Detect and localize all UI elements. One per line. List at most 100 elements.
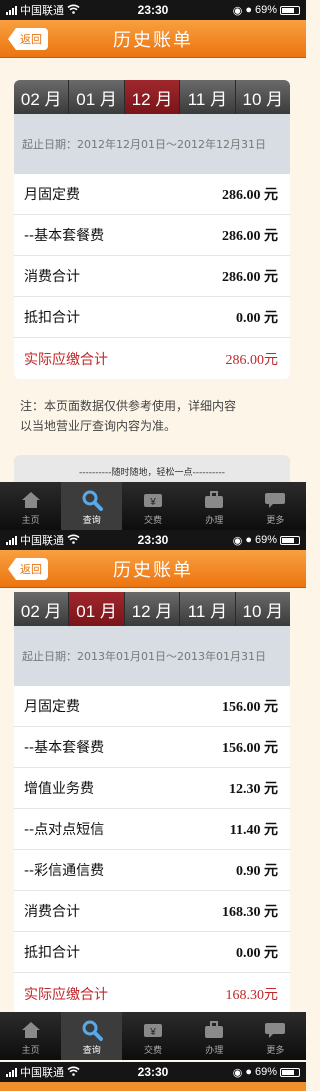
page-title: 历史账单 [113, 29, 193, 51]
tabbar-label: 更多 [266, 1046, 285, 1056]
tab-month-01[interactable]: 01 月 [69, 80, 125, 114]
row-value: 156.00 元 [222, 700, 278, 715]
briefcase-icon [203, 490, 225, 510]
chat-bubble-icon [264, 490, 286, 510]
row-label: 抵扣合计 [24, 945, 80, 961]
disclaimer-note: 注：本页面数据仅供参考使用，详细内容 以当地营业厅查询内容为准。 [20, 396, 288, 436]
tab-month-12[interactable]: 12 月 [125, 592, 181, 626]
home-icon [20, 490, 42, 510]
month-tabs: 02 月 01 月 12 月 11 月 10 月 [14, 592, 290, 626]
row-label: 消费合计 [24, 904, 80, 920]
tabbar-label: 办理 [205, 1046, 224, 1056]
svg-text:¥: ¥ [149, 1027, 156, 1038]
signal-icon [6, 535, 17, 545]
row-label: --基本套餐费 [24, 740, 105, 756]
row-value: 168.30 元 [222, 905, 278, 920]
screen-partial: 中国联通 23:30 ◉ ● 69% [0, 1062, 306, 1091]
bill-row: --基本套餐费 156.00 元 [14, 727, 290, 768]
tabbar-label: 办理 [205, 516, 224, 526]
date-range: 起止日期：2012年12月01日～2012年12月31日 [14, 114, 290, 174]
row-label: 月固定费 [24, 187, 80, 203]
payment-icon: ¥ [142, 1020, 164, 1040]
bill-row: --基本套餐费 286.00 元 [14, 215, 290, 256]
home-icon [20, 1020, 42, 1040]
tab-month-02[interactable]: 02 月 [14, 80, 70, 114]
briefcase-icon [203, 1020, 225, 1040]
bill-row: --点对点短信 11.40 元 [14, 809, 290, 850]
screen-january-bill: 中国联通 23:30 ◉ ● 69% 返回 历史账单 02 月 01 月 12 … [0, 530, 306, 1060]
battery-icon [280, 1067, 300, 1077]
payment-icon: ¥ [142, 490, 164, 510]
row-value: 156.00 元 [222, 741, 278, 756]
carrier-label: 中国联通 [20, 535, 64, 547]
signal-icon [6, 5, 17, 15]
battery-percent: 69% [254, 534, 277, 546]
battery-icon [280, 5, 300, 15]
bottom-tab-bar: 主页 查询 ¥ 交费 办理 更多 [0, 1012, 306, 1060]
wifi-icon [67, 4, 80, 17]
tabbar-query[interactable]: 查询 [61, 482, 123, 530]
tabbar-handle[interactable]: 办理 [184, 482, 245, 530]
tab-month-10[interactable]: 10 月 [236, 80, 290, 114]
row-label: 消费合计 [24, 269, 80, 285]
tabbar-home[interactable]: 主页 [0, 482, 61, 530]
battery-icon [280, 535, 300, 545]
row-label: --彩信通信费 [24, 863, 105, 879]
row-value: 286.00 元 [222, 270, 278, 285]
back-button[interactable]: 返回 [8, 28, 48, 50]
row-value: 12.30 元 [229, 782, 278, 797]
svg-text:¥: ¥ [149, 497, 156, 508]
row-label: 月固定费 [24, 699, 80, 715]
alarm-icon: ● [245, 1066, 252, 1078]
tabbar-label: 主页 [21, 516, 40, 526]
rotation-lock-icon: ◉ [232, 534, 243, 547]
bill-row: 抵扣合计 0.00 元 [14, 932, 290, 973]
battery-percent: 69% [254, 4, 277, 16]
alarm-icon: ● [245, 4, 252, 16]
tabbar-payment[interactable]: ¥ 交费 [122, 482, 183, 530]
back-button[interactable]: 返回 [8, 558, 48, 580]
row-value: 168.30元 [225, 987, 279, 1003]
wifi-icon [67, 1066, 80, 1079]
bill-row: 增值业务费 12.30 元 [14, 768, 290, 809]
signal-icon [6, 1067, 17, 1077]
bill-row: --彩信通信费 0.90 元 [14, 850, 290, 891]
carrier-label: 中国联通 [20, 5, 64, 17]
bill-card: 02 月 01 月 12 月 11 月 10 月 起止日期：2013年01月01… [14, 592, 290, 1014]
row-value: 286.00 元 [222, 188, 278, 203]
tabbar-label: 交费 [144, 516, 163, 526]
tab-month-10[interactable]: 10 月 [236, 592, 290, 626]
tabbar-query[interactable]: 查询 [61, 1012, 123, 1060]
tabbar-handle[interactable]: 办理 [184, 1012, 245, 1060]
nav-bar: 返回 历史账单 [0, 20, 306, 58]
nav-bar: 返回 历史账单 [0, 550, 306, 588]
tabbar-label: 交费 [144, 1046, 163, 1056]
battery-percent: 69% [254, 1066, 277, 1078]
tab-month-11[interactable]: 11 月 [180, 80, 236, 114]
tab-month-01[interactable]: 01 月 [69, 592, 125, 626]
chat-bubble-icon [264, 1020, 286, 1040]
bill-row: 消费合计 168.30 元 [14, 891, 290, 932]
alarm-icon: ● [245, 534, 252, 546]
month-tabs: 02 月 01 月 12 月 11 月 10 月 [14, 80, 290, 114]
row-value: 286.00 元 [222, 229, 278, 244]
page-title: 历史账单 [113, 559, 193, 581]
tabbar-label: 主页 [21, 1046, 40, 1056]
note-line: 以当地营业厅查询内容为准。 [20, 419, 177, 433]
tabbar-more[interactable]: 更多 [245, 1012, 306, 1060]
tab-month-02[interactable]: 02 月 [14, 592, 70, 626]
row-label: 实际应缴合计 [24, 986, 108, 1003]
rotation-lock-icon: ◉ [232, 4, 243, 17]
row-value: 11.40 元 [229, 823, 278, 838]
status-bar: 中国联通 23:30 ◉ ● 69% [0, 0, 306, 20]
tabbar-label: 查询 [82, 1046, 101, 1056]
tab-month-11[interactable]: 11 月 [180, 592, 236, 626]
tabbar-more[interactable]: 更多 [245, 482, 306, 530]
bill-row: 月固定费 156.00 元 [14, 686, 290, 727]
status-bar: 中国联通 23:30 ◉ ● 69% [0, 530, 306, 550]
row-label: --基本套餐费 [24, 228, 105, 244]
tab-month-12[interactable]: 12 月 [124, 80, 181, 114]
tabbar-payment[interactable]: ¥ 交费 [122, 1012, 183, 1060]
bill-row: 消费合计 286.00 元 [14, 256, 290, 297]
tabbar-home[interactable]: 主页 [0, 1012, 61, 1060]
